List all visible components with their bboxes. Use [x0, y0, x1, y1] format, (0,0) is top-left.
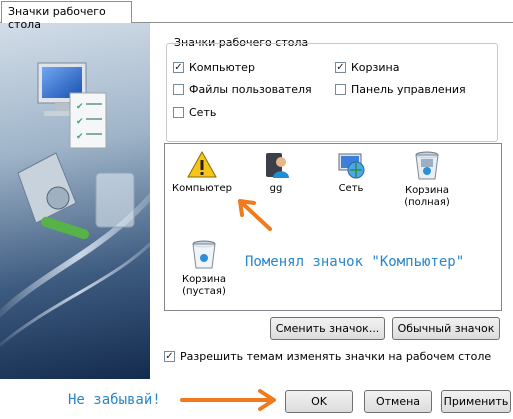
icon-item-computer[interactable]: Компьютер — [167, 150, 237, 195]
orange-arrow-right-icon — [180, 389, 276, 411]
network-icon — [338, 153, 365, 179]
checkbox-checked-icon[interactable]: ✓ — [173, 62, 184, 73]
dialog-panel: ✔ ✔ ✔ Значки рабочего стола ✓ Компьютер … — [0, 22, 513, 379]
recycle-bin-empty-icon — [192, 240, 216, 269]
icon-label: Корзина (полная) — [404, 185, 450, 208]
icon-list[interactable]: Компьютер gg Сеть Корзина (полная) Корзи… — [164, 143, 502, 311]
checkbox-unchecked-icon[interactable] — [335, 84, 346, 95]
tab-desktop-icons[interactable]: Значки рабочего стола — [1, 1, 132, 31]
checkbox-label: Корзина — [351, 61, 400, 74]
checkbox-label: Файлы пользователя — [189, 83, 312, 96]
icon-label: Сеть — [338, 183, 364, 194]
checkbox-recycle-bin[interactable]: ✓ Корзина — [335, 61, 399, 74]
checkbox-label: Сеть — [189, 106, 217, 119]
icon-item-user[interactable]: gg — [241, 150, 311, 195]
orange-arrow-up-left-icon — [238, 199, 272, 231]
checkbox-allow-themes[interactable]: ✓ Разрешить темам изменять значки на раб… — [164, 350, 491, 363]
ok-button[interactable]: OK — [285, 390, 353, 413]
user-icon — [266, 153, 289, 178]
icon-item-recycle-bin-full[interactable]: Корзина (полная) — [392, 150, 462, 209]
checkbox-label: Разрешить темам изменять значки на рабоч… — [180, 350, 492, 363]
checkbox-user-files[interactable]: Файлы пользователя — [173, 83, 312, 96]
checkbox-unchecked-icon[interactable] — [173, 84, 184, 95]
svg-text:✔: ✔ — [76, 102, 84, 112]
recycle-bin-full-icon — [415, 151, 439, 180]
checkbox-label: Панель управления — [351, 83, 466, 96]
checkbox-control-panel[interactable]: Панель управления — [335, 83, 466, 96]
checkbox-checked-icon[interactable]: ✓ — [335, 62, 346, 73]
checkbox-computer[interactable]: ✓ Компьютер — [173, 61, 255, 74]
computer-illustration: ✔ ✔ ✔ — [0, 23, 150, 379]
icon-label: Корзина (пустая) — [181, 274, 227, 297]
checkbox-label: Компьютер — [189, 61, 255, 74]
icon-label: Компьютер — [172, 183, 232, 194]
checkbox-unchecked-icon[interactable] — [173, 107, 184, 118]
annotation-changed-icon: Поменял значок "Компьютер" — [245, 254, 465, 270]
default-icon-button[interactable]: Обычный значок — [392, 317, 500, 340]
cancel-button[interactable]: Отмена — [364, 390, 432, 413]
change-icon-button[interactable]: Сменить значок... — [270, 317, 385, 340]
checkbox-network[interactable]: Сеть — [173, 106, 216, 119]
icon-item-network[interactable]: Сеть — [316, 150, 386, 195]
svg-text:✔: ✔ — [76, 117, 84, 127]
icon-item-recycle-bin-empty[interactable]: Корзина (пустая) — [169, 239, 239, 298]
warning-icon — [187, 150, 217, 178]
apply-button[interactable]: Применить — [441, 390, 511, 413]
svg-text:✔: ✔ — [76, 132, 84, 142]
annotation-reminder: Не забывай! — [68, 392, 161, 408]
checkbox-checked-icon[interactable]: ✓ — [164, 351, 175, 362]
